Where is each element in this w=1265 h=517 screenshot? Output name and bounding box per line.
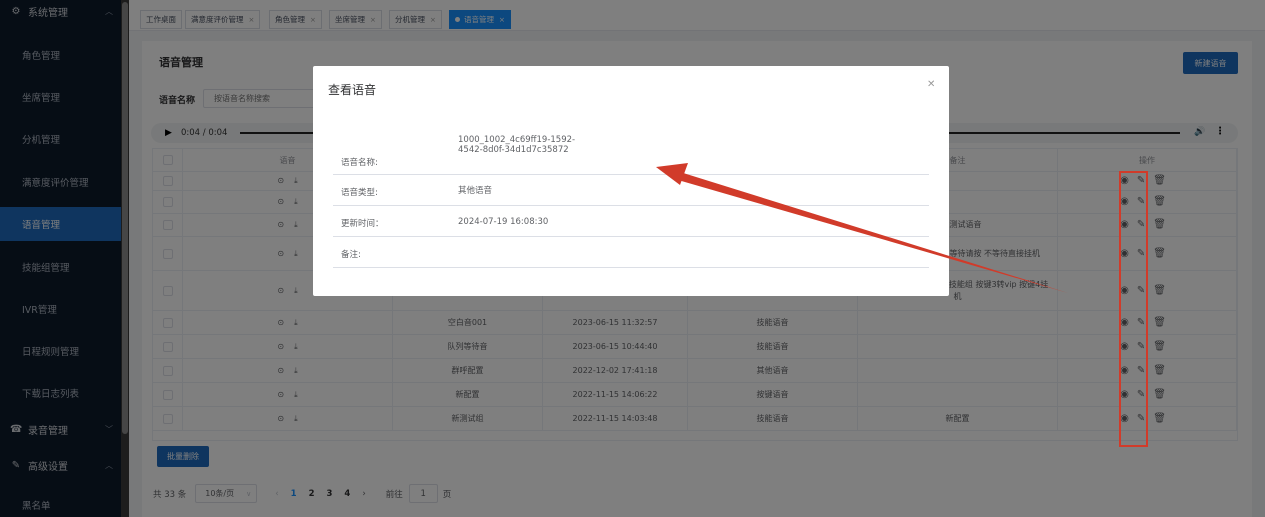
annotation-highlight-box bbox=[1119, 171, 1148, 447]
field-value: 2024-07-19 16:08:30 bbox=[458, 217, 549, 227]
field-update-time: 更新时间： 2024-07-19 16:08:30 bbox=[333, 206, 929, 237]
view-voice-dialog: 查看语音 ✕ 语音名称: 1000_1002_4c69ff19-1592-454… bbox=[313, 66, 949, 296]
field-value: 其他语音 bbox=[458, 186, 493, 196]
close-icon[interactable]: ✕ bbox=[927, 79, 935, 90]
dialog-title: 查看语音 bbox=[328, 83, 377, 97]
field-voice-name: 语音名称: 1000_1002_4c69ff19-1592-4542-8d0f-… bbox=[333, 130, 929, 175]
field-value: 1000_1002_4c69ff19-1592-4542-8d0f-34d1d7… bbox=[458, 135, 576, 155]
field-label: 语音类型: bbox=[341, 188, 378, 198]
field-label: 语音名称: bbox=[341, 158, 378, 168]
field-label: 更新时间： bbox=[341, 219, 384, 229]
field-voice-type: 语音类型: 其他语音 bbox=[333, 175, 929, 206]
field-remark: 备注: bbox=[333, 237, 929, 268]
field-label: 备注: bbox=[341, 250, 361, 260]
